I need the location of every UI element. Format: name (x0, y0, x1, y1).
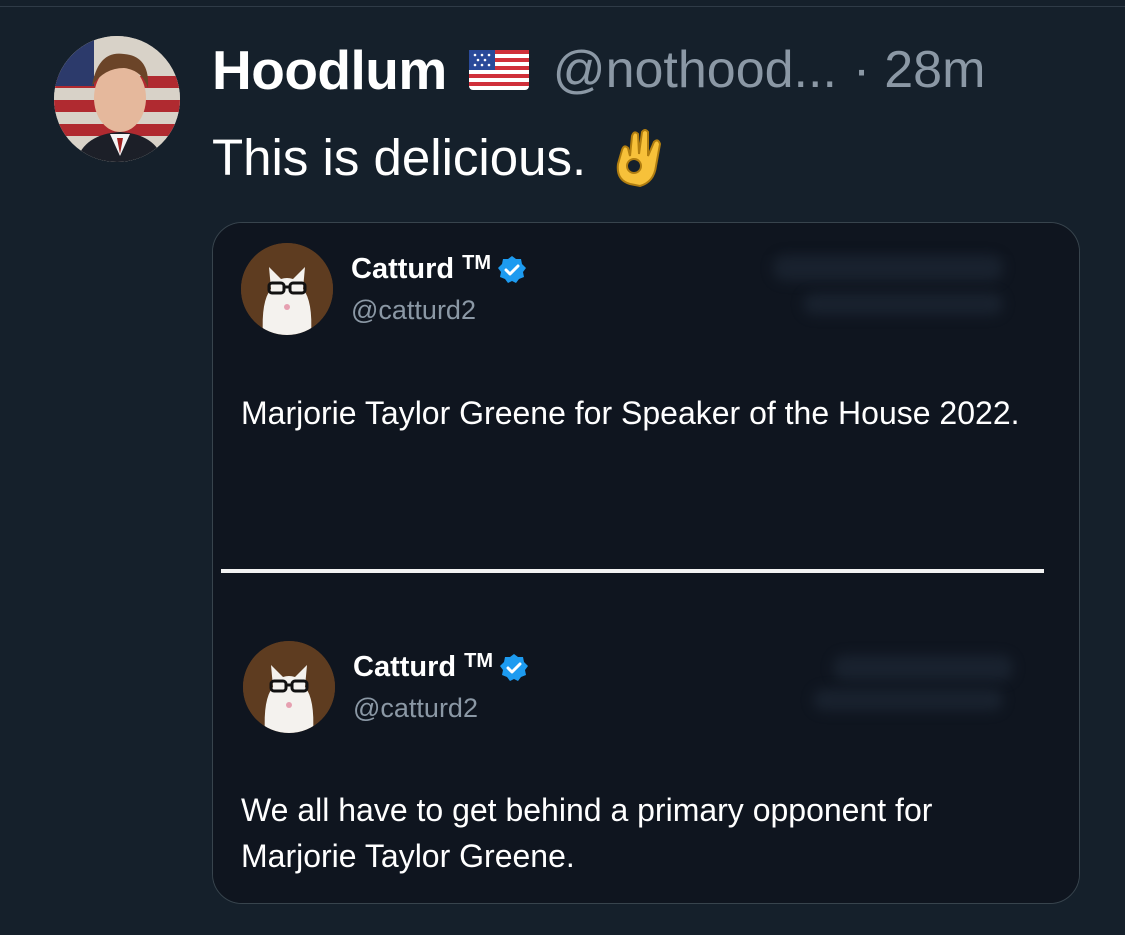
us-flag-icon (468, 48, 529, 92)
catturd-avatar (243, 641, 335, 733)
verified-badge-icon (499, 653, 529, 683)
author-avatar-image (54, 36, 180, 162)
tweet-header: Hoodlum @nothood... · 28m (212, 38, 985, 102)
tweet-timestamp[interactable]: 28m (884, 40, 985, 100)
post-1-tm: TM (462, 252, 491, 274)
author-handle[interactable]: @nothood... (553, 40, 837, 100)
screenshot-divider (221, 569, 1044, 573)
post-2-name: Catturd (353, 651, 457, 683)
post-2-handle: @catturd2 (353, 693, 478, 723)
catturd-avatar (241, 243, 333, 335)
blurred-artifact (833, 655, 1013, 681)
post-2-text: We all have to get behind a primary oppo… (241, 792, 933, 874)
post-1-text: Marjorie Taylor Greene for Speaker of th… (241, 395, 1020, 431)
tweet-image-card[interactable]: Catturd TM @catturd2 Marjorie Taylor Gre… (212, 222, 1080, 904)
embedded-screenshot: Catturd TM @catturd2 Marjorie Taylor Gre… (213, 223, 1079, 903)
post-2-tm: TM (464, 650, 493, 672)
tweet-body: This is delicious. (212, 128, 587, 186)
ok-hand-icon (612, 126, 666, 188)
verified-badge-icon (497, 255, 527, 285)
header-separator: · (852, 41, 871, 99)
blurred-artifact (813, 689, 1003, 711)
post-1-handle: @catturd2 (351, 295, 476, 325)
tweet-view: Hoodlum @nothood... · 28m This is delici… (0, 0, 1125, 935)
author-display-name[interactable]: Hoodlum (212, 38, 447, 102)
blurred-artifact (773, 255, 1003, 281)
author-avatar[interactable] (54, 36, 180, 162)
top-divider (0, 6, 1125, 7)
post-1-name: Catturd (351, 253, 455, 285)
tweet-text-row: This is delicious. (212, 126, 666, 188)
post-1-name-row: Catturd TM (351, 252, 527, 286)
post-2-name-row: Catturd TM (353, 650, 529, 684)
blurred-artifact (803, 293, 1003, 315)
